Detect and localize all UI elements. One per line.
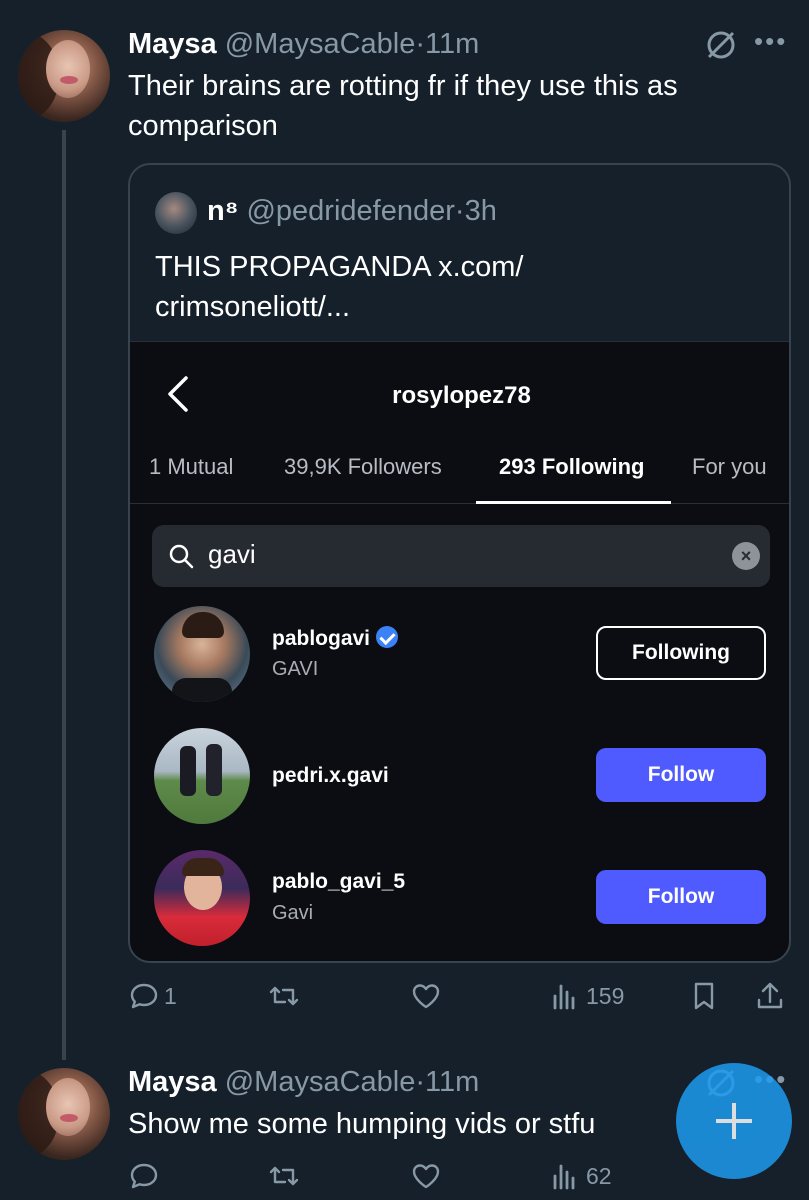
follow-button: Follow — [596, 748, 766, 802]
full-name: Gavi — [272, 902, 314, 924]
verified-badge-icon — [376, 626, 399, 648]
grok-icon[interactable] — [704, 28, 738, 62]
list-item: pablogavi GAVI Following — [130, 606, 789, 706]
list-item: pedri.x.gavi Follow — [130, 728, 789, 828]
tweet-header: Maysa @MaysaCable·11m — [128, 28, 479, 61]
search-icon — [169, 544, 194, 569]
full-name: GAVI — [272, 658, 319, 680]
timestamp[interactable]: 11m — [425, 1066, 479, 1098]
bookmark-icon — [694, 982, 714, 1010]
retweet-button[interactable] — [268, 1160, 300, 1200]
tweet-text: Their brains are rotting fr if they use … — [128, 70, 678, 142]
search-field: gavi × — [152, 525, 770, 587]
heart-icon — [412, 984, 440, 1009]
quoted-tweet-text: THIS PROPAGANDA x.com/ crimsoneliott/... — [155, 251, 524, 323]
tab-following: 293 Following — [499, 454, 645, 479]
separator-dot: · — [454, 195, 465, 227]
follow-button: Follow — [596, 870, 766, 924]
profile-username-title: rosylopez78 — [392, 382, 531, 409]
timestamp[interactable]: 3h — [465, 195, 497, 227]
avatar — [154, 606, 250, 702]
separator-dot: · — [415, 1066, 426, 1098]
thread-connector — [62, 130, 66, 1060]
search-value: gavi — [208, 539, 256, 569]
tweet-text: Show me some humping vids or stfu — [128, 1108, 596, 1140]
avatar — [154, 850, 250, 946]
avatar[interactable] — [18, 30, 110, 122]
display-name[interactable]: Maysa — [128, 1066, 217, 1098]
tweet-actions: 1 159 — [128, 980, 788, 1020]
compose-button[interactable] — [676, 1063, 792, 1179]
bookmark-button[interactable] — [688, 980, 720, 1020]
list-item: pablo_gavi_5 Gavi Follow — [130, 850, 789, 950]
user-handle[interactable]: @pedridefender — [246, 195, 454, 227]
username: pablogavi — [272, 626, 399, 651]
reply-button[interactable] — [128, 1160, 164, 1200]
reply-icon — [130, 1163, 158, 1189]
share-button[interactable] — [754, 980, 786, 1020]
retweet-button[interactable] — [268, 980, 304, 1020]
share-icon — [757, 982, 783, 1009]
avatar[interactable] — [155, 192, 197, 234]
views-chart-icon — [553, 1164, 575, 1190]
like-button[interactable] — [410, 1160, 442, 1200]
profile-tabs: 1 Mutual 39,9K Followers 293 Following F… — [130, 454, 789, 504]
more-icon[interactable]: ••• — [754, 26, 787, 57]
display-name[interactable]: Maysa — [128, 28, 217, 60]
clear-icon: × — [732, 542, 760, 570]
tweet[interactable]: Maysa @MaysaCable·11m ••• Their brains a… — [0, 0, 809, 1060]
tab-for-you: For you — [692, 454, 767, 479]
username: pedri.x.gavi — [272, 764, 389, 787]
user-handle[interactable]: @MaysaCable — [225, 28, 416, 60]
tab-mutual: 1 Mutual — [149, 454, 234, 479]
heart-icon — [412, 1164, 440, 1189]
embedded-screenshot[interactable]: rosylopez78 1 Mutual 39,9K Followers 293… — [130, 341, 789, 961]
reply-icon — [130, 983, 158, 1009]
tweet-actions: 62 — [128, 1160, 788, 1200]
quoted-tweet-header: n⁸ @pedridefender·3h — [207, 195, 497, 228]
tweet-header: Maysa @MaysaCable·11m — [128, 1066, 479, 1099]
quoted-tweet[interactable]: n⁸ @pedridefender·3h THIS PROPAGANDA x.c… — [128, 163, 791, 963]
following-button: Following — [596, 626, 766, 680]
tab-followers: 39,9K Followers — [284, 454, 442, 479]
avatar[interactable] — [18, 1068, 110, 1160]
username: pablo_gavi_5 — [272, 870, 406, 893]
retweet-icon — [269, 1166, 299, 1186]
retweet-icon — [269, 986, 299, 1006]
avatar — [154, 728, 250, 824]
user-handle[interactable]: @MaysaCable — [225, 1066, 416, 1098]
views-button[interactable]: 159 — [550, 980, 624, 1020]
active-tab-indicator — [476, 501, 671, 504]
like-button[interactable] — [410, 980, 446, 1020]
views-button[interactable]: 62 — [550, 1160, 612, 1200]
views-chart-icon — [550, 980, 582, 1012]
separator-dot: · — [415, 28, 426, 60]
timestamp[interactable]: 11m — [425, 28, 479, 60]
display-name[interactable]: n⁸ — [207, 195, 238, 227]
reply-button[interactable]: 1 — [128, 980, 177, 1020]
